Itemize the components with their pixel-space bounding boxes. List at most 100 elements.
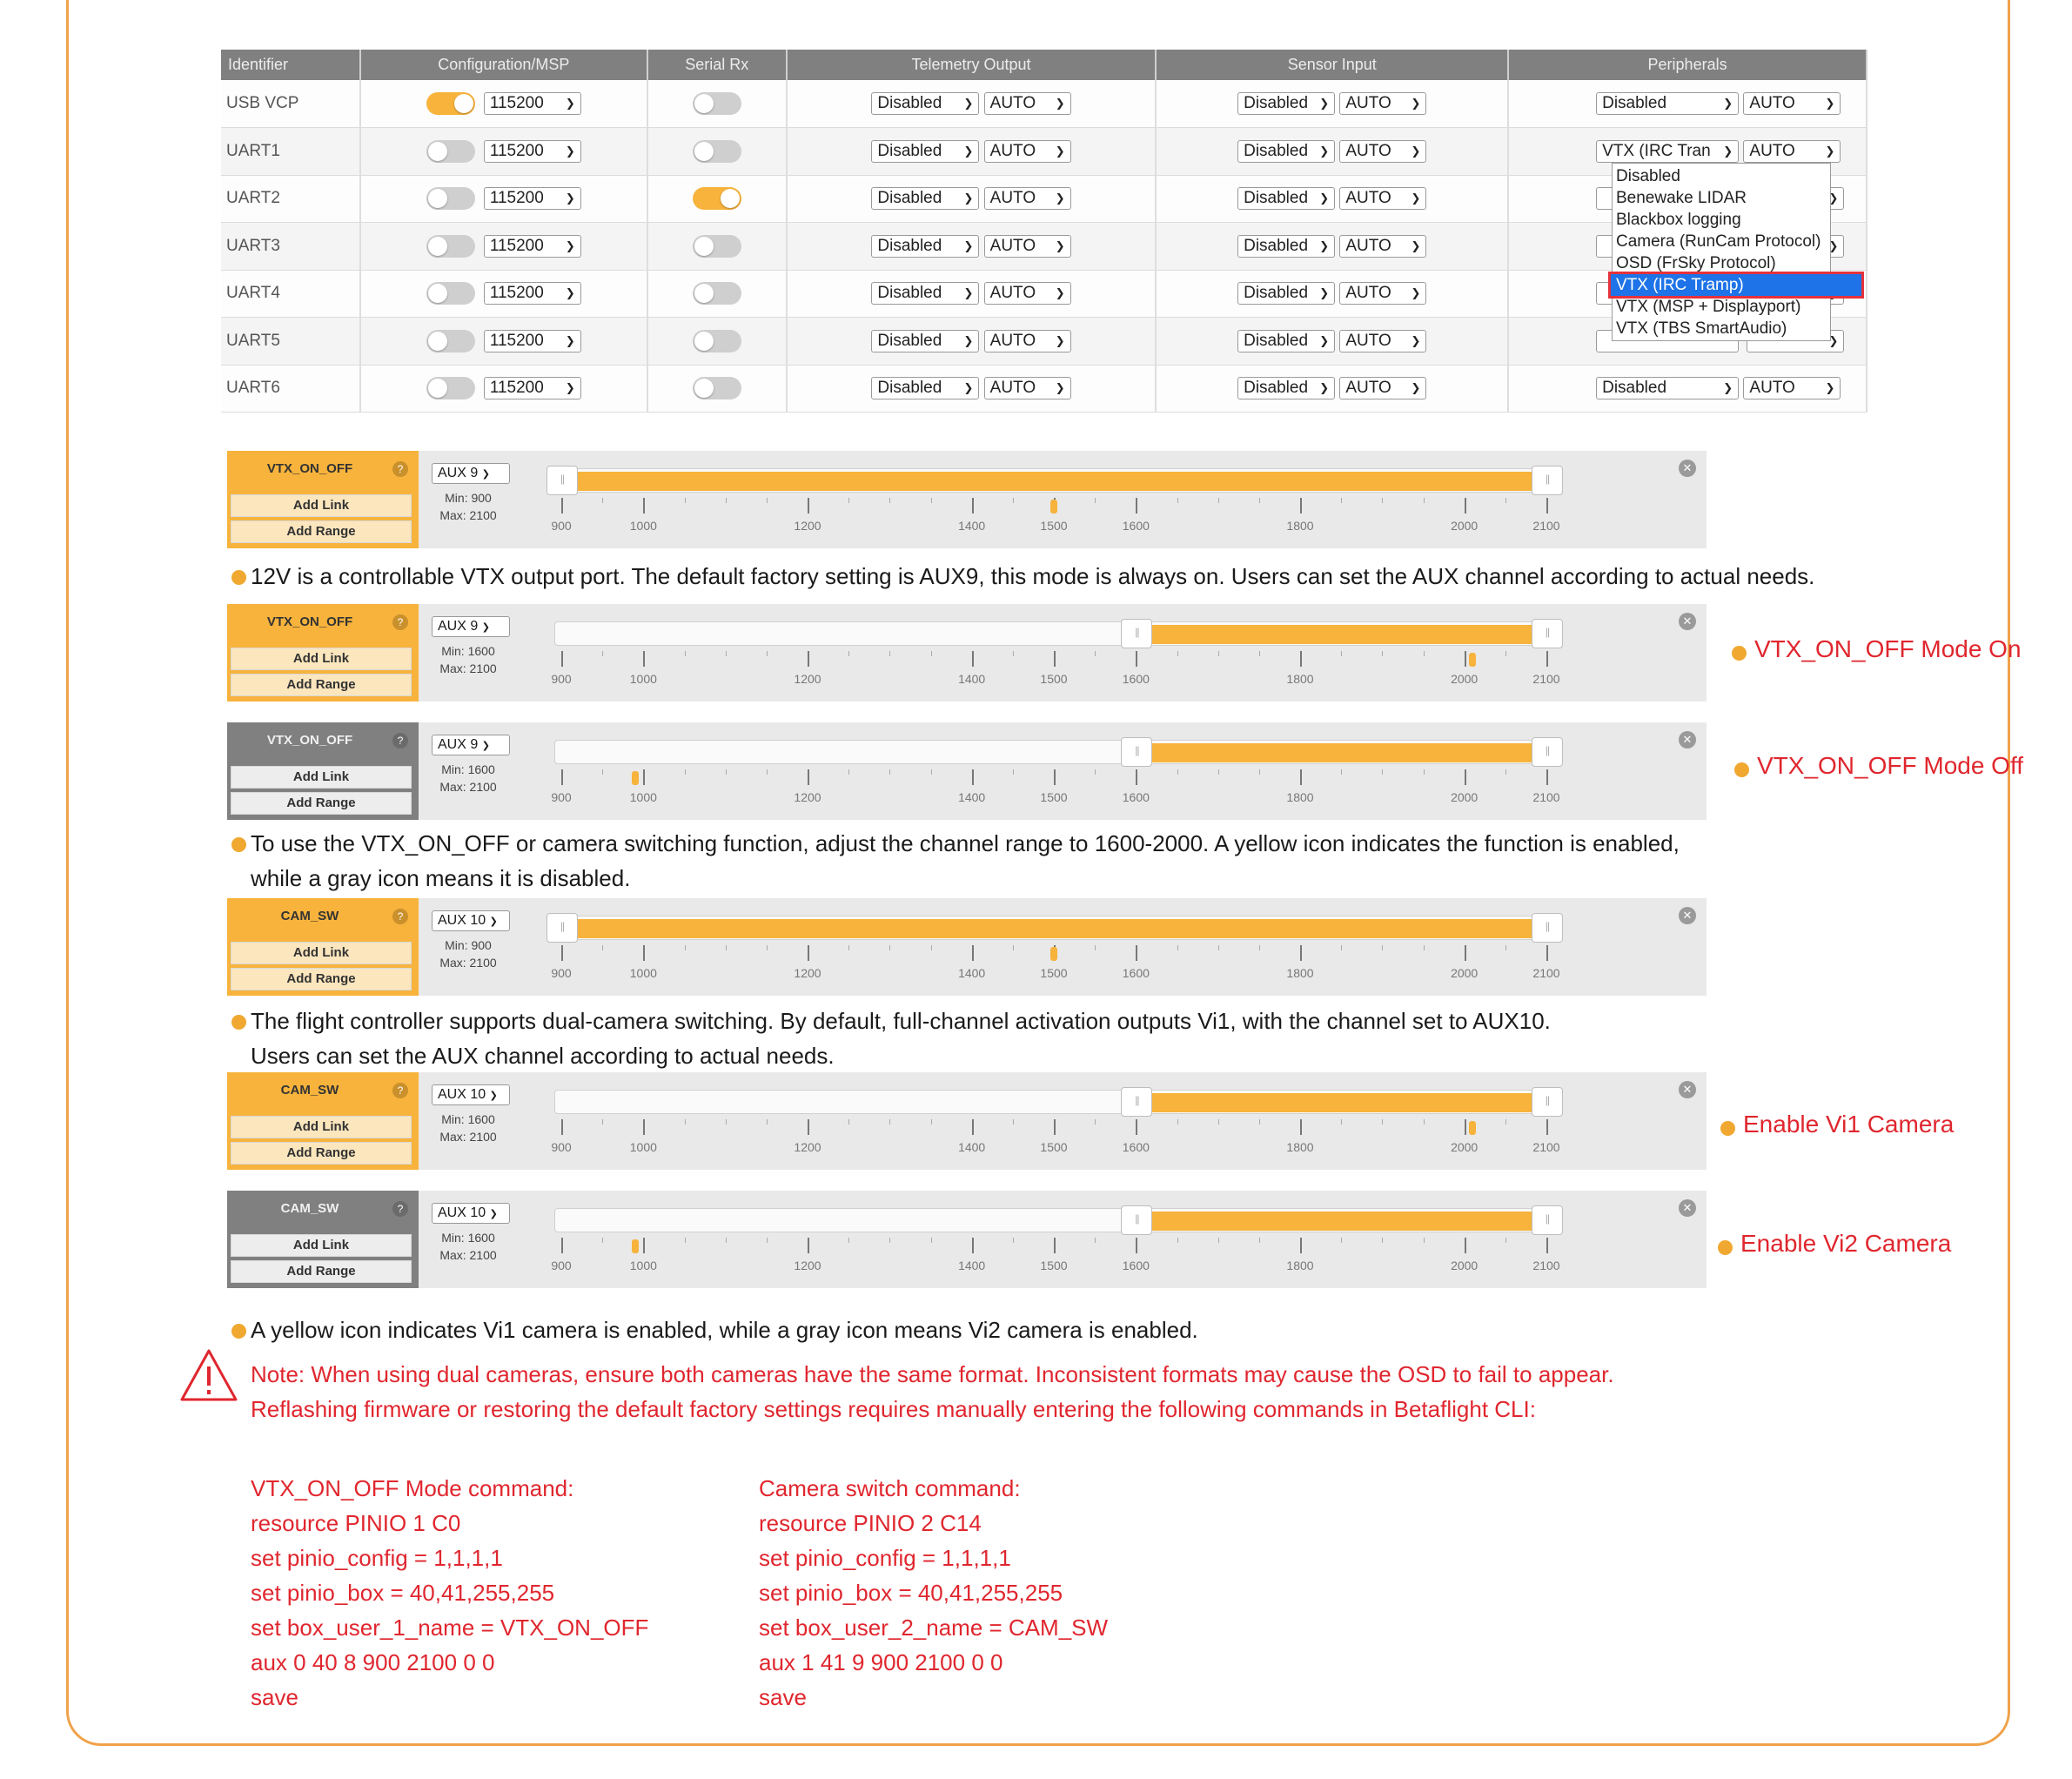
sensor-select[interactable]: Disabled ❯ xyxy=(1237,377,1336,400)
sensor-select[interactable]: Disabled ❯ xyxy=(1237,234,1336,258)
telemetry-select[interactable]: Disabled ❯ xyxy=(871,139,980,163)
sensor-select[interactable]: Disabled ❯ xyxy=(1237,329,1336,352)
add-range-button[interactable]: Add Range xyxy=(231,1142,412,1165)
range-slider[interactable] xyxy=(546,913,1563,943)
range-slider[interactable] xyxy=(554,619,1563,648)
range-min-handle[interactable] xyxy=(546,466,578,495)
sensor-baud-select[interactable]: AUTO ❯ xyxy=(1339,139,1427,163)
dropdown-option[interactable]: VTX (IRC Tramp) xyxy=(1608,272,1864,299)
peripherals-select[interactable]: Disabled ❯ xyxy=(1596,92,1740,115)
range-min-handle[interactable] xyxy=(1121,737,1153,767)
add-link-button[interactable]: Add Link xyxy=(231,1234,412,1257)
msp-toggle[interactable] xyxy=(426,187,475,211)
range-slider[interactable] xyxy=(546,466,1563,495)
help-icon[interactable]: ? xyxy=(392,909,408,924)
range-max-handle[interactable] xyxy=(1532,737,1563,767)
sensor-select[interactable]: Disabled ❯ xyxy=(1237,282,1336,305)
remove-range-icon[interactable]: ✕ xyxy=(1679,907,1696,924)
range-slider[interactable] xyxy=(554,737,1563,767)
range-min-handle[interactable] xyxy=(1121,1205,1153,1235)
peripherals-baud-select[interactable]: AUTO ❯ xyxy=(1743,377,1841,400)
add-link-button[interactable]: Add Link xyxy=(231,942,412,964)
peripherals-select[interactable]: Disabled ❯ xyxy=(1596,377,1740,400)
aux-channel-select[interactable]: AUX 10 ❯ xyxy=(432,1203,510,1224)
remove-range-icon[interactable]: ✕ xyxy=(1679,1081,1696,1098)
dropdown-option[interactable]: VTX (MSP + Displayport) xyxy=(1613,296,1830,318)
help-icon[interactable]: ? xyxy=(392,461,408,477)
peripherals-select[interactable]: VTX (IRC Tran ❯ xyxy=(1596,139,1740,163)
msp-toggle[interactable] xyxy=(426,234,475,258)
aux-channel-select[interactable]: AUX 10 ❯ xyxy=(432,910,510,931)
add-range-button[interactable]: Add Range xyxy=(231,1260,412,1283)
msp-toggle[interactable] xyxy=(426,329,475,352)
serial-rx-toggle[interactable] xyxy=(692,92,741,115)
telemetry-baud-select[interactable]: AUTO ❯ xyxy=(983,329,1071,352)
dropdown-option[interactable]: VTX (TBS SmartAudio) xyxy=(1613,318,1830,339)
telemetry-baud-select[interactable]: AUTO ❯ xyxy=(983,139,1071,163)
range-min-handle[interactable] xyxy=(1121,1087,1153,1117)
add-link-button[interactable]: Add Link xyxy=(231,1116,412,1138)
telemetry-select[interactable]: Disabled ❯ xyxy=(871,329,980,352)
aux-channel-select[interactable]: AUX 9 ❯ xyxy=(432,616,510,637)
sensor-baud-select[interactable]: AUTO ❯ xyxy=(1339,187,1427,211)
range-slider[interactable] xyxy=(554,1087,1563,1117)
serial-rx-toggle[interactable] xyxy=(692,187,741,211)
telemetry-baud-select[interactable]: AUTO ❯ xyxy=(983,234,1071,258)
remove-range-icon[interactable]: ✕ xyxy=(1679,1199,1696,1217)
range-min-handle[interactable] xyxy=(1121,619,1153,648)
dropdown-option[interactable]: Camera (RunCam Protocol) xyxy=(1613,231,1830,252)
sensor-baud-select[interactable]: AUTO ❯ xyxy=(1339,377,1427,400)
msp-baud-select[interactable]: 115200 ❯ xyxy=(483,92,581,115)
serial-rx-toggle[interactable] xyxy=(692,377,741,400)
range-max-handle[interactable] xyxy=(1532,913,1563,943)
telemetry-baud-select[interactable]: AUTO ❯ xyxy=(983,92,1071,115)
sensor-baud-select[interactable]: AUTO ❯ xyxy=(1339,92,1427,115)
serial-rx-toggle[interactable] xyxy=(692,329,741,352)
range-slider[interactable] xyxy=(554,1205,1563,1235)
dropdown-option[interactable]: Benewake LIDAR xyxy=(1613,187,1830,209)
dropdown-option[interactable]: Disabled xyxy=(1613,165,1830,187)
msp-baud-select[interactable]: 115200 ❯ xyxy=(483,187,581,211)
msp-baud-select[interactable]: 115200 ❯ xyxy=(483,377,581,400)
add-link-button[interactable]: Add Link xyxy=(231,494,412,517)
sensor-select[interactable]: Disabled ❯ xyxy=(1237,187,1336,211)
help-icon[interactable]: ? xyxy=(392,733,408,749)
add-link-button[interactable]: Add Link xyxy=(231,766,412,789)
range-max-handle[interactable] xyxy=(1532,1205,1563,1235)
add-link-button[interactable]: Add Link xyxy=(231,648,412,670)
dropdown-option[interactable]: Blackbox logging xyxy=(1613,209,1830,231)
msp-toggle[interactable] xyxy=(426,139,475,163)
remove-range-icon[interactable]: ✕ xyxy=(1679,731,1696,749)
range-max-handle[interactable] xyxy=(1532,619,1563,648)
sensor-select[interactable]: Disabled ❯ xyxy=(1237,92,1336,115)
msp-toggle[interactable] xyxy=(426,92,475,115)
msp-baud-select[interactable]: 115200 ❯ xyxy=(483,329,581,352)
aux-channel-select[interactable]: AUX 9 ❯ xyxy=(432,735,510,755)
serial-rx-toggle[interactable] xyxy=(692,282,741,305)
help-icon[interactable]: ? xyxy=(392,1201,408,1217)
range-max-handle[interactable] xyxy=(1532,466,1563,495)
add-range-button[interactable]: Add Range xyxy=(231,792,412,815)
telemetry-select[interactable]: Disabled ❯ xyxy=(871,377,980,400)
aux-channel-select[interactable]: AUX 10 ❯ xyxy=(432,1084,510,1105)
serial-rx-toggle[interactable] xyxy=(692,139,741,163)
range-min-handle[interactable] xyxy=(546,913,578,943)
remove-range-icon[interactable]: ✕ xyxy=(1679,460,1696,477)
range-max-handle[interactable] xyxy=(1532,1087,1563,1117)
peripherals-baud-select[interactable]: AUTO ❯ xyxy=(1743,92,1841,115)
telemetry-baud-select[interactable]: AUTO ❯ xyxy=(983,282,1071,305)
peripherals-baud-select[interactable]: AUTO ❯ xyxy=(1743,139,1841,163)
add-range-button[interactable]: Add Range xyxy=(231,674,412,696)
sensor-baud-select[interactable]: AUTO ❯ xyxy=(1339,282,1427,305)
add-range-button[interactable]: Add Range xyxy=(231,520,412,543)
msp-baud-select[interactable]: 115200 ❯ xyxy=(483,234,581,258)
sensor-select[interactable]: Disabled ❯ xyxy=(1237,139,1336,163)
help-icon[interactable]: ? xyxy=(392,1083,408,1098)
telemetry-select[interactable]: Disabled ❯ xyxy=(871,234,980,258)
dropdown-option[interactable]: OSD (FrSky Protocol) xyxy=(1613,252,1830,274)
help-icon[interactable]: ? xyxy=(392,614,408,630)
peripherals-dropdown[interactable]: Disabled Benewake LIDAR Blackbox logging Ca… xyxy=(1608,163,1864,341)
telemetry-select[interactable]: Disabled ❯ xyxy=(871,282,980,305)
telemetry-select[interactable]: Disabled ❯ xyxy=(871,187,980,211)
add-range-button[interactable]: Add Range xyxy=(231,968,412,990)
